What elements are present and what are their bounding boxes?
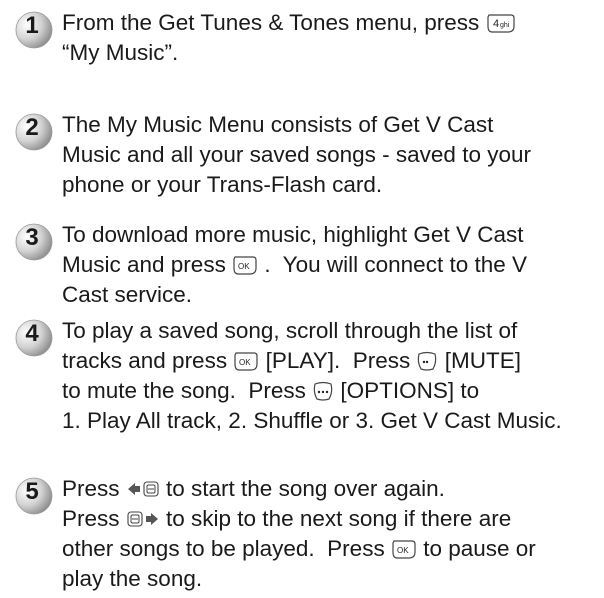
step-text: The My Music Menu consists of Get V Cast… [62, 110, 602, 200]
step-text-segment: “My Music”. [62, 40, 179, 65]
step-text: From the Get Tunes & Tones menu, press 4… [62, 8, 602, 68]
step-text-segment: From the Get Tunes & Tones menu, press [62, 10, 486, 35]
step-number: 1 [25, 12, 39, 39]
step-number: 2 [25, 114, 39, 141]
nav-right-key-icon [126, 508, 160, 530]
svg-text:OK: OK [238, 262, 250, 271]
nav-left-key-icon [126, 478, 160, 500]
4-ghi-key-icon: 4 ghi [486, 12, 516, 34]
left-soft-key-icon [416, 350, 438, 372]
step-text-segment: [PLAY]. Press [259, 348, 417, 373]
step-text: To play a saved song, scroll through the… [62, 316, 602, 436]
svg-text:OK: OK [397, 546, 409, 555]
step-number: 4 [25, 320, 39, 347]
svg-text:ghi: ghi [500, 22, 510, 29]
step-number: 3 [25, 224, 39, 251]
ok-key-icon: OK [232, 254, 258, 276]
step-text-segment: The My Music Menu consists of Get V Cast… [62, 112, 531, 197]
step-text: Press to start the song over again. Pres… [62, 474, 602, 594]
right-soft-key-icon [312, 380, 334, 402]
ok-key-icon: OK [233, 350, 259, 372]
step-number: 5 [25, 478, 39, 505]
ok-key-icon: OK [391, 538, 417, 560]
svg-text:OK: OK [239, 358, 251, 367]
step-text-segment: Press [62, 476, 126, 501]
svg-text:4: 4 [493, 18, 499, 30]
step-text: To download more music, highlight Get V … [62, 220, 602, 310]
